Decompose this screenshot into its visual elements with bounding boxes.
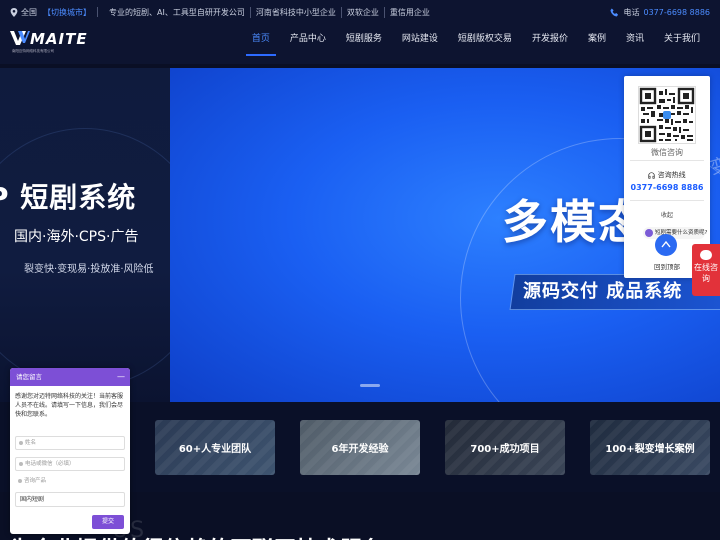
top-phone[interactable]: 电话 0377-6698 8886 bbox=[610, 7, 710, 18]
company-tag: 河南省科技中小型企业 bbox=[251, 6, 342, 18]
nav-item-short-drama[interactable]: 短剧服务 bbox=[336, 24, 392, 64]
company-tag: 专业的短剧、AI、工具型自研开发公司 bbox=[104, 6, 251, 18]
hotline-label: 咨询热线 bbox=[624, 170, 710, 180]
main-header: MAITE 南阳迈特网络科技有限公司 首页 产品中心 短剧服务 网站建设 短剧版… bbox=[0, 24, 720, 64]
hero-left-title: P 短剧系统 bbox=[0, 181, 137, 214]
feature-label: 700+成功项目 bbox=[470, 444, 540, 455]
nav-item-about[interactable]: 关于我们 bbox=[654, 24, 710, 64]
logo-mark-icon bbox=[10, 31, 30, 45]
region-label: 全国 bbox=[21, 7, 37, 17]
company-tag: 重信用企业 bbox=[389, 7, 430, 17]
feature-label: 60+人专业团队 bbox=[178, 444, 252, 455]
logo-name: MAITE bbox=[30, 30, 88, 48]
slider-indicator[interactable] bbox=[360, 384, 380, 387]
hero-badge-text: 源码交付 成品系统 bbox=[523, 281, 683, 302]
site-logo[interactable]: MAITE 南阳迈特网络科技有限公司 bbox=[10, 28, 87, 58]
wechat-consult-label: 微信咨询 bbox=[651, 148, 683, 157]
phone-number: 0377-6698 8886 bbox=[643, 7, 710, 17]
company-tags: 专业的短剧、AI、工具型自研开发公司 河南省科技中小型企业 双软企业 重信用企业 bbox=[104, 6, 435, 18]
nav-item-cases[interactable]: 案例 bbox=[578, 24, 616, 64]
message-form-widget: 请您留言 — 感谢您对迈特网络科技的关注！当前客服人员不在线。请填写一下信息，我… bbox=[10, 368, 130, 534]
form-message: 感谢您对迈特网络科技的关注！当前客服人员不在线。请填写一下信息，我们会尽快和您联… bbox=[15, 393, 124, 418]
form-title: 请您留言 bbox=[16, 373, 42, 381]
hero-banner[interactable]: P 短剧系统 国内·海外·CPS·广告 裂变快·变现易·投放准·风险低 变 多模… bbox=[0, 68, 720, 402]
location-pin-icon bbox=[10, 7, 18, 17]
minimize-icon[interactable]: — bbox=[117, 368, 125, 386]
feature-card-experience[interactable]: 6年开发经验 bbox=[300, 420, 420, 475]
main-nav: 首页 产品中心 短剧服务 网站建设 短剧版权交易 开发报价 案例 资讯 关于我们 bbox=[242, 24, 710, 64]
feature-card-team[interactable]: 60+人专业团队 bbox=[155, 420, 275, 475]
feature-card-projects[interactable]: 700+成功项目 bbox=[445, 420, 565, 475]
nav-item-copyright[interactable]: 短剧版权交易 bbox=[448, 24, 522, 64]
arrow-up-icon bbox=[661, 240, 671, 248]
nav-item-news[interactable]: 资讯 bbox=[616, 24, 654, 64]
submit-button[interactable]: 提交 bbox=[92, 515, 124, 529]
feature-card-cases[interactable]: 100+裂变增长案例 bbox=[590, 420, 710, 475]
chat-bubble-icon bbox=[700, 250, 712, 260]
hotline-number[interactable]: 0377-6698 8886 bbox=[624, 183, 710, 192]
feature-label: 100+裂变增长案例 bbox=[605, 444, 695, 455]
online-consult-label: 在线咨询 bbox=[694, 263, 718, 283]
nav-item-website[interactable]: 网站建设 bbox=[392, 24, 448, 64]
top-info-bar: 全国 【切换城市】 专业的短剧、AI、工具型自研开发公司 河南省科技中小型企业 … bbox=[0, 0, 720, 24]
nav-item-pricing[interactable]: 开发报价 bbox=[522, 24, 578, 64]
phone-label: 电话 bbox=[623, 7, 640, 17]
hero-left-slogan: 裂变快·变现易·投放准·风险低 bbox=[24, 264, 154, 275]
phone-icon bbox=[610, 7, 619, 17]
company-tag: 双软企业 bbox=[342, 6, 385, 18]
hotline-text: 咨询热线 bbox=[657, 171, 686, 179]
phone-input[interactable]: 电话或微信（必填） bbox=[15, 457, 125, 471]
hero-slide-previous[interactable]: P 短剧系统 国内·海外·CPS·广告 裂变快·变现易·投放准·风险低 bbox=[0, 68, 170, 402]
form-header[interactable]: 请您留言 — bbox=[10, 368, 130, 386]
hero-left-subtitle: 国内·海外·CPS·广告 bbox=[14, 229, 139, 245]
switch-city-link[interactable]: 【切换城市】 bbox=[43, 7, 91, 18]
divider bbox=[630, 160, 704, 161]
logo-subtitle: 南阳迈特网络科技有限公司 bbox=[12, 49, 54, 53]
collapse-button[interactable]: 收起 bbox=[624, 210, 710, 219]
hero-badge: 源码交付 成品系统 bbox=[509, 274, 720, 310]
location-selector[interactable]: 全国 bbox=[10, 7, 37, 18]
qr-code-icon bbox=[639, 87, 695, 143]
name-input[interactable]: 姓名 bbox=[15, 436, 125, 450]
nav-item-home[interactable]: 首页 bbox=[242, 24, 280, 64]
product-select[interactable]: 国内短剧 bbox=[15, 492, 125, 507]
headset-icon bbox=[648, 171, 656, 179]
back-to-top-button[interactable] bbox=[655, 234, 677, 256]
divider bbox=[97, 7, 98, 17]
nav-item-products[interactable]: 产品中心 bbox=[280, 24, 336, 64]
wechat-qr-code bbox=[638, 86, 696, 144]
decorative-arc bbox=[0, 128, 170, 388]
online-consult-button[interactable]: 在线咨询 bbox=[692, 244, 720, 296]
product-label: 咨询产品 bbox=[15, 475, 125, 489]
divider bbox=[630, 200, 704, 201]
feature-label: 6年开发经验 bbox=[331, 444, 389, 455]
